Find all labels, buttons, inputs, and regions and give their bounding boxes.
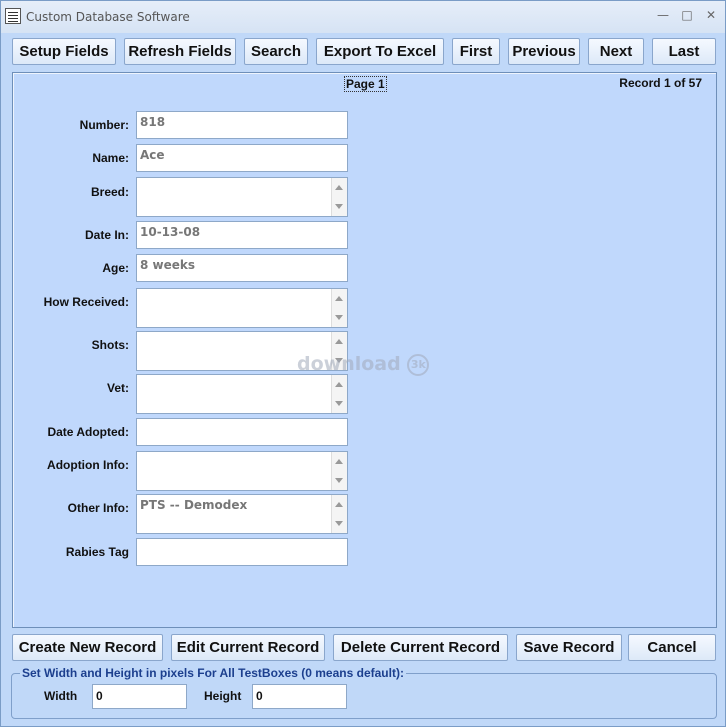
other-info-label: Other Info: xyxy=(67,501,129,515)
scroll-up-icon[interactable] xyxy=(335,185,343,190)
date-adopted-label: Date Adopted: xyxy=(47,425,129,439)
name-field[interactable]: Ace xyxy=(136,144,348,172)
vet-label: Vet: xyxy=(106,381,129,395)
width-value: 0 xyxy=(96,689,103,703)
save-record-button[interactable]: Save Record xyxy=(516,634,622,661)
date-in-label: Date In: xyxy=(84,228,129,242)
delete-record-button[interactable]: Delete Current Record xyxy=(333,634,508,661)
cancel-button[interactable]: Cancel xyxy=(628,634,716,661)
scroll-up-icon[interactable] xyxy=(335,339,343,344)
other-info-field[interactable]: PTS -- Demodex xyxy=(136,494,348,534)
setup-fields-button[interactable]: Setup Fields xyxy=(12,38,116,65)
watermark-logo: download 3k xyxy=(297,353,430,376)
height-input[interactable]: 0 xyxy=(252,684,347,709)
window-title: Custom Database Software xyxy=(26,10,190,24)
number-label: Number: xyxy=(79,118,129,132)
scroll-up-icon[interactable] xyxy=(335,296,343,301)
age-value: 8 weeks xyxy=(140,258,196,272)
scroll-down-icon[interactable] xyxy=(335,401,343,406)
watermark-badge: 3k xyxy=(407,353,430,376)
minimize-icon[interactable]: — xyxy=(656,8,670,22)
adoption-info-field[interactable] xyxy=(136,451,348,491)
export-excel-button[interactable]: Export To Excel xyxy=(316,38,444,65)
age-field[interactable]: 8 weeks xyxy=(136,254,348,282)
height-label: Height xyxy=(204,689,242,703)
date-in-value: 10-13-08 xyxy=(140,225,201,239)
how-received-field[interactable] xyxy=(136,288,348,328)
number-field[interactable]: 818 xyxy=(136,111,348,139)
scroll-up-icon[interactable] xyxy=(335,459,343,464)
number-value: 818 xyxy=(140,115,166,129)
date-in-field[interactable]: 10-13-08 xyxy=(136,221,348,249)
breed-scrollbar[interactable] xyxy=(331,178,347,216)
create-record-button[interactable]: Create New Record xyxy=(12,634,163,661)
title-bar: Custom Database Software — □ ✕ xyxy=(1,1,725,33)
search-button[interactable]: Search xyxy=(244,38,308,65)
rabies-tag-field[interactable] xyxy=(136,538,348,566)
app-window: Custom Database Software — □ ✕ Setup Fie… xyxy=(0,0,726,727)
scroll-down-icon[interactable] xyxy=(335,478,343,483)
edit-record-button[interactable]: Edit Current Record xyxy=(171,634,325,661)
vet-scrollbar[interactable] xyxy=(331,375,347,413)
name-label: Name: xyxy=(92,151,129,165)
scroll-up-icon[interactable] xyxy=(335,382,343,387)
next-button[interactable]: Next xyxy=(588,38,644,65)
width-label: Width xyxy=(44,689,78,703)
breed-label: Breed: xyxy=(90,185,129,199)
scroll-down-icon[interactable] xyxy=(335,521,343,526)
maximize-icon[interactable]: □ xyxy=(680,8,694,22)
other-info-scrollbar[interactable] xyxy=(331,495,347,533)
app-icon xyxy=(5,8,21,24)
adoption-info-label: Adoption Info: xyxy=(47,458,129,472)
width-input[interactable]: 0 xyxy=(92,684,187,709)
last-button[interactable]: Last xyxy=(652,38,716,65)
scroll-up-icon[interactable] xyxy=(335,502,343,507)
name-value: Ace xyxy=(140,148,165,162)
sizing-group-title: Set Width and Height in pixels For All T… xyxy=(20,666,406,680)
previous-button[interactable]: Previous xyxy=(508,38,580,65)
record-counter: Record 1 of 57 xyxy=(619,76,702,90)
close-icon[interactable]: ✕ xyxy=(704,8,718,22)
first-button[interactable]: First xyxy=(452,38,500,65)
page-tab[interactable]: Page 1 xyxy=(344,76,387,92)
rabies-tag-label: Rabies Tag xyxy=(65,545,129,559)
date-adopted-field[interactable] xyxy=(136,418,348,446)
other-info-value: PTS -- Demodex xyxy=(140,498,248,512)
how-received-scrollbar[interactable] xyxy=(331,289,347,327)
adoption-info-scrollbar[interactable] xyxy=(331,452,347,490)
vet-field[interactable] xyxy=(136,374,348,414)
age-label: Age: xyxy=(102,261,129,275)
scroll-down-icon[interactable] xyxy=(335,315,343,320)
shots-label: Shots: xyxy=(91,338,129,352)
watermark-text: download xyxy=(297,353,401,375)
height-value: 0 xyxy=(256,689,263,703)
scroll-down-icon[interactable] xyxy=(335,204,343,209)
breed-field[interactable] xyxy=(136,177,348,217)
how-received-label: How Received: xyxy=(43,295,129,309)
refresh-fields-button[interactable]: Refresh Fields xyxy=(124,38,236,65)
